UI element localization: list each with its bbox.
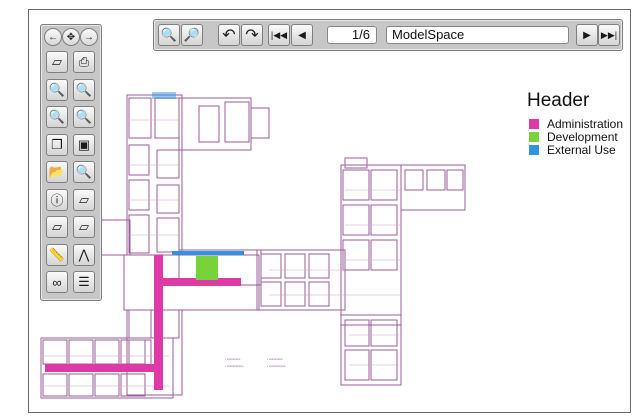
info-icon: ⓘ bbox=[50, 193, 64, 208]
layer-remove-button[interactable]: ▱ bbox=[73, 188, 95, 211]
zoom-extents-icon: 🔍 bbox=[75, 109, 93, 124]
legend-swatch bbox=[529, 119, 539, 129]
zoom-in-button[interactable]: 🔍 bbox=[46, 78, 68, 101]
svg-text:• xxxxxxxxxxx: • xxxxxxxxxxx bbox=[225, 364, 244, 368]
layout-name-field[interactable]: ModelSpace bbox=[386, 26, 569, 44]
zoom-extents-button[interactable]: 🔍 bbox=[73, 106, 95, 128]
zoom-in-icon: 🔍 bbox=[160, 27, 178, 42]
legend-swatch bbox=[529, 132, 539, 142]
color-icon: ▣ bbox=[77, 136, 91, 152]
legend-label: External Use bbox=[547, 143, 616, 157]
measure-button[interactable]: 📏 bbox=[46, 243, 68, 266]
drawing-viewer[interactable]: • xxxxxxxxx • xxxxxxxxxxx • xxxxxxxxx • … bbox=[28, 9, 631, 413]
color-button[interactable]: ▣ bbox=[73, 133, 95, 156]
undo-button[interactable]: ↶ bbox=[218, 24, 240, 46]
undo-icon: ↶ bbox=[222, 27, 236, 44]
zoom-out-button[interactable]: 🔎 bbox=[181, 24, 203, 46]
measure-icon: 📏 bbox=[48, 246, 66, 262]
layer-add-button[interactable]: ▱ bbox=[73, 216, 95, 238]
info-button[interactable]: ⓘ bbox=[46, 188, 68, 211]
layer-button[interactable]: ▱ bbox=[46, 51, 68, 73]
zoom-out-button[interactable]: 🔍 bbox=[73, 78, 95, 101]
tool-palette: ← ✥ → ▱ ⎙ 🔍 🔍 🔍 🔍 ❐ ▣ 📂 🔍 ⓘ ▱ ▱ ▱ 📏 ⋀ ∞ ☰ bbox=[40, 24, 102, 301]
layer-remove-icon: ▱ bbox=[79, 191, 89, 207]
arrow-left-icon: ← bbox=[48, 31, 58, 43]
legend-title: Header bbox=[527, 90, 590, 111]
layer-swap-icon: ▱ bbox=[52, 219, 62, 234]
floor-plan-drawing[interactable]: • xxxxxxxxx • xxxxxxxxxxx • xxxxxxxxx • … bbox=[29, 10, 630, 412]
last-page-icon: ▶▶| bbox=[600, 29, 618, 40]
pan-button[interactable]: ✥ bbox=[62, 28, 80, 46]
zoom-window-button[interactable]: 🔍 bbox=[46, 106, 68, 128]
binoculars-button[interactable]: ∞ bbox=[46, 271, 68, 293]
development-area[interactable] bbox=[196, 256, 218, 280]
legend-swatch bbox=[529, 145, 539, 155]
redo-icon: ↷ bbox=[245, 27, 259, 44]
next-page-icon: ▶ bbox=[583, 29, 591, 41]
external-use-areas[interactable] bbox=[152, 92, 244, 255]
list-icon: ☰ bbox=[78, 274, 90, 289]
svg-text:• xxxxxxxxx: • xxxxxxxxx bbox=[267, 357, 283, 361]
redo-button[interactable]: ↷ bbox=[241, 24, 263, 46]
legend-label: Administration bbox=[547, 117, 624, 131]
copy-button[interactable]: ❐ bbox=[46, 133, 68, 156]
zoom-text-button[interactable]: 🔍 bbox=[73, 161, 95, 183]
zoom-out-icon: 🔍 bbox=[75, 81, 93, 97]
next-page-button[interactable]: ▶ bbox=[576, 24, 598, 46]
top-toolbar: 🔍 🔎 ↶ ↷ |◀◀ ◀ 1/6 ModelSpace ▶ ▶▶| bbox=[153, 19, 623, 51]
open-folder-icon: 📂 bbox=[48, 164, 66, 179]
list-button[interactable]: ☰ bbox=[73, 271, 95, 293]
page-indicator[interactable]: 1/6 bbox=[327, 26, 377, 44]
first-page-icon: |◀◀ bbox=[270, 29, 288, 40]
print-icon: ⎙ bbox=[78, 54, 90, 69]
layer-swap-button[interactable]: ▱ bbox=[46, 216, 68, 238]
zoom-out-icon: 🔎 bbox=[183, 27, 201, 42]
zoom-in-icon: 🔍 bbox=[48, 81, 66, 97]
compass-button[interactable]: ⋀ bbox=[73, 243, 95, 266]
arrow-right-icon: → bbox=[84, 31, 94, 43]
layer-add-icon: ▱ bbox=[79, 219, 89, 234]
svg-text:• xxxxxxxxxxx: • xxxxxxxxxxx bbox=[267, 364, 286, 368]
pan-left-button[interactable]: ← bbox=[44, 28, 62, 46]
prev-page-icon: ◀ bbox=[298, 29, 306, 41]
last-page-button[interactable]: ▶▶| bbox=[598, 24, 620, 46]
svg-text:• xxxxxxxxx: • xxxxxxxxx bbox=[225, 357, 241, 361]
legend-label: Development bbox=[547, 130, 618, 144]
prev-page-button[interactable]: ◀ bbox=[291, 24, 313, 46]
zoom-in-button[interactable]: 🔍 bbox=[158, 24, 180, 46]
move-icon: ✥ bbox=[66, 31, 76, 43]
open-folder-button[interactable]: 📂 bbox=[46, 161, 68, 183]
legend-item: External Use bbox=[529, 143, 616, 157]
zoom-text-icon: 🔍 bbox=[75, 164, 93, 179]
first-page-button[interactable]: |◀◀ bbox=[268, 24, 290, 46]
compass-icon: ⋀ bbox=[78, 246, 90, 262]
binoculars-icon: ∞ bbox=[52, 274, 62, 290]
pan-right-button[interactable]: → bbox=[80, 28, 98, 46]
zoom-window-icon: 🔍 bbox=[48, 109, 66, 124]
layer-icon: ▱ bbox=[52, 54, 62, 69]
print-button[interactable]: ⎙ bbox=[73, 51, 95, 73]
copy-icon: ❐ bbox=[51, 136, 63, 152]
legend-item: Development bbox=[529, 130, 618, 144]
legend-item: Administration bbox=[529, 117, 624, 131]
